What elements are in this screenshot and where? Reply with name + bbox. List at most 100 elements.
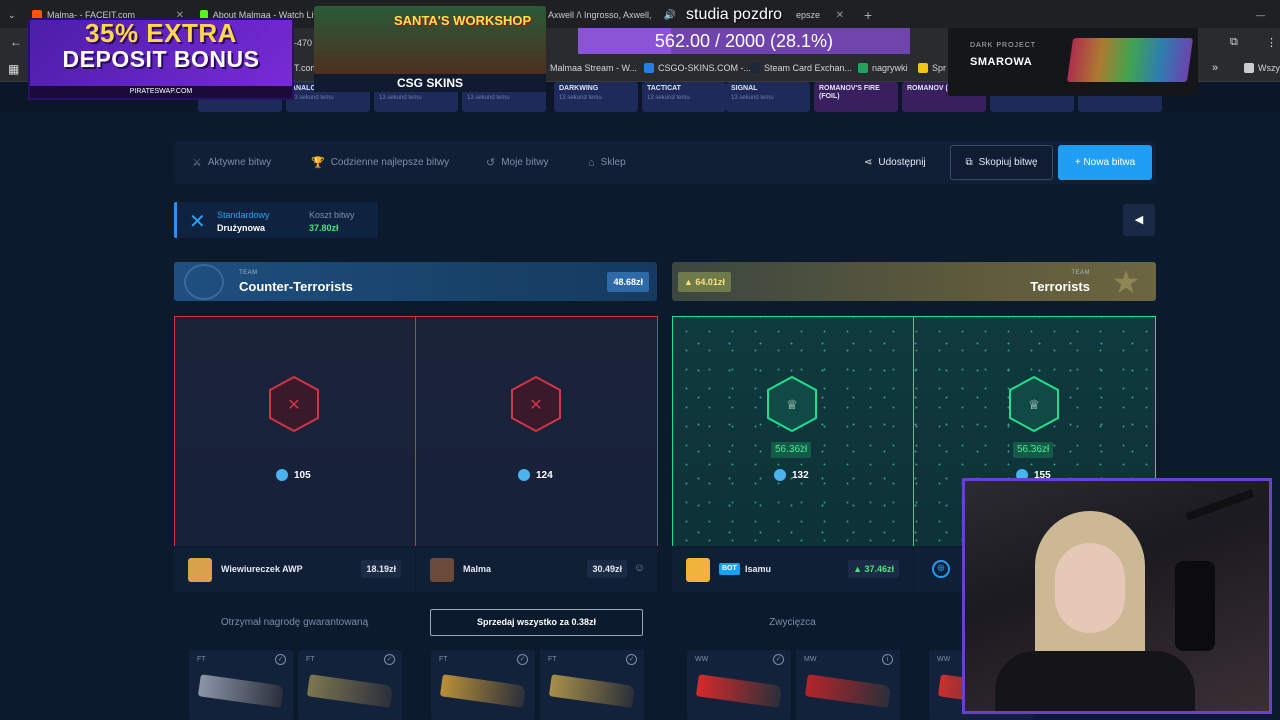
live-battle-card[interactable]: TACTICAT 13 sekund temu [642, 82, 726, 112]
close-icon[interactable]: ✕ [836, 10, 844, 21]
item-condition: FT [197, 656, 206, 663]
cost-value: 37.80zł [309, 223, 339, 233]
trophy-hex-icon: ♕ [767, 375, 817, 433]
nav-shop[interactable]: ⌂ Sklep [588, 141, 626, 184]
share-label: Udostępnij [878, 157, 926, 168]
promo-line: 35% EXTRA [85, 18, 237, 48]
back-arrow-icon[interactable]: ← [10, 35, 22, 49]
bookmark-item[interactable]: Spr [918, 63, 946, 73]
slot-win-value: 56.36zł [1013, 442, 1054, 458]
item-condition: FT [439, 656, 448, 663]
bookmark-label: Spr [932, 63, 947, 73]
bookmark-item[interactable]: CSGO-SKINS.COM -... [644, 63, 751, 73]
live-battle-card[interactable]: SIGNAL 13 sekund temu [726, 82, 810, 112]
battle-card-time: 13 sekund temu [291, 95, 334, 101]
weapon-image [439, 674, 527, 708]
promo-site: PIRATESWAP.COM [30, 86, 292, 98]
live-battle-card[interactable]: DARKWING 13 sekund temu [554, 82, 638, 112]
item-condition: WW [695, 656, 709, 663]
coin-value: 124 [536, 469, 553, 481]
menu-icon[interactable]: ⋮ [1266, 36, 1277, 49]
bookmark-label: CSGO-SKINS.COM -... [658, 63, 752, 73]
bookmark-item[interactable]: nagrywki [858, 63, 908, 73]
sell-all-button[interactable]: Sprzedaj wszystko za 0.38zł [430, 609, 643, 636]
battle-navbar: ⚔ Aktywne bitwy 🏆 Codzienne najlepsze bitw… [174, 141, 1156, 184]
battle-card-name: SIGNAL [731, 85, 758, 92]
player-name[interactable]: Wiewiureczek AWP [221, 564, 303, 574]
item-condition: MW [804, 656, 817, 663]
item-card[interactable]: FT ✓ [431, 650, 535, 720]
promo-line: DEPOSIT BONUS [62, 46, 260, 72]
weapon-image [548, 674, 636, 708]
item-card[interactable]: FT ✓ [189, 650, 293, 720]
swords-icon: ⚔ [192, 157, 202, 169]
weapon-image [695, 674, 783, 708]
collapse-button[interactable]: ◀ [1123, 204, 1155, 236]
battle-card-time: 13 sekund temu [467, 95, 510, 101]
browser-tab[interactable]: epsze ✕ [790, 4, 850, 26]
lose-hex-icon: ✕ [511, 375, 561, 433]
drive-icon [858, 63, 868, 73]
promo-banner: 35% EXTRA DEPOSIT BONUS PIRATESWAP.COM [28, 18, 294, 100]
minimize-icon[interactable]: — [1250, 4, 1272, 26]
globe-icon [644, 63, 654, 73]
check-icon[interactable]: ✓ [517, 654, 528, 665]
folder-icon [918, 63, 928, 73]
kb-brand: DARK PROJECT [970, 42, 1037, 49]
history-icon: ↺ [486, 157, 496, 169]
live-battle-card[interactable]: ROMANOV'S FIRE (FOIL) [814, 82, 898, 112]
avatar[interactable] [188, 558, 212, 582]
url-fragment[interactable]: -470 [294, 38, 312, 48]
extensions-icon[interactable]: ⧉ [1230, 36, 1238, 49]
item-card[interactable]: FT ✓ [540, 650, 644, 720]
info-icon[interactable]: i [882, 654, 893, 665]
nav-active-battles[interactable]: ⚔ Aktywne bitwy [192, 141, 271, 184]
check-icon[interactable]: ✓ [384, 654, 395, 665]
battle-card-name: TACTICAT [647, 85, 681, 92]
battle-card-time: 13 sekund temu [559, 95, 602, 101]
bookmark-label: Steam Card Exchan... [764, 63, 853, 73]
item-card[interactable]: MW i [796, 650, 900, 720]
santa-title: SANTA'S WORKSHOP [394, 13, 532, 28]
coin-value: 132 [792, 469, 809, 481]
emoji-icon[interactable]: ☺ [634, 562, 645, 574]
team-name: Counter-Terrorists [239, 279, 353, 294]
svg-text:♕: ♕ [786, 398, 798, 413]
goal-text: 562.00 / 2000 (28.1%) [654, 31, 834, 51]
tab-list-icon[interactable]: ⌄ [2, 4, 24, 26]
item-condition: FT [548, 656, 557, 663]
player-name[interactable]: Malma [463, 564, 491, 574]
check-icon[interactable]: ✓ [626, 654, 637, 665]
browser-tab[interactable]: Axwell /\ Ingrosso, Axwell, 🔊 [542, 4, 682, 26]
add-bot-icon[interactable]: ⊕ [932, 560, 950, 578]
share-button[interactable]: ⋖ Udostępnij [864, 141, 926, 184]
slot-border [174, 316, 175, 546]
check-icon[interactable]: ✓ [275, 654, 286, 665]
streamer-face [1055, 543, 1125, 633]
player-name[interactable]: Isamu [745, 564, 771, 574]
weapon-image [197, 674, 285, 708]
new-battle-button[interactable]: + Nowa bitwa [1058, 145, 1152, 180]
nav-daily-best[interactable]: 🏆 Codzienne najlepsze bitwy [311, 141, 449, 184]
nav-my-battles[interactable]: ↺ Moje bitwy [486, 141, 548, 184]
bookmark-item[interactable]: Malmaa Stream - W... [550, 63, 637, 73]
bookmark-item[interactable]: Wszy [1244, 63, 1280, 73]
check-icon[interactable]: ✓ [773, 654, 784, 665]
apps-grid-icon[interactable]: ▦ [8, 62, 19, 76]
more-bookmarks-icon[interactable]: » [1212, 62, 1218, 74]
trophy-icon: 🏆 [311, 157, 325, 169]
item-card[interactable]: FT ✓ [298, 650, 402, 720]
copy-battle-button[interactable]: ⧉ Skopiuj bitwę [950, 145, 1053, 180]
caret-left-icon: ◀ [1134, 214, 1144, 226]
bookmark-label: Wszy [1258, 63, 1280, 73]
streamer-body [995, 651, 1195, 711]
avatar[interactable] [686, 558, 710, 582]
speaker-icon[interactable]: 🔊 [664, 10, 676, 21]
bookmark-item[interactable]: Steam Card Exchan... [750, 63, 852, 73]
avatar[interactable] [430, 558, 454, 582]
item-card[interactable]: WW ✓ [687, 650, 791, 720]
battle-card-time: 13 sekund temu [379, 95, 422, 101]
slot-coins: 132 [774, 469, 809, 481]
new-tab-button[interactable]: + [858, 4, 878, 26]
new-battle-label: + Nowa bitwa [1074, 157, 1136, 168]
